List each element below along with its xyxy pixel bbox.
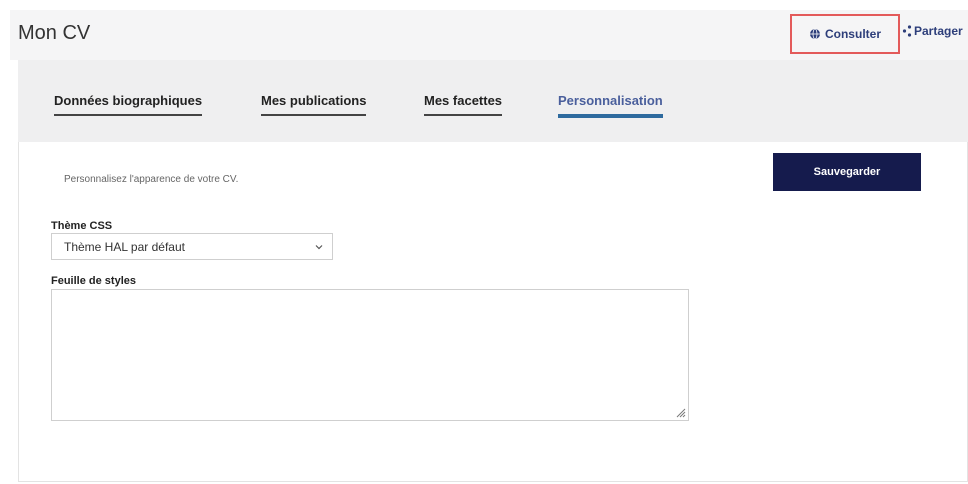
page-title: Mon CV <box>18 22 91 44</box>
share-button[interactable]: Partager <box>902 22 963 40</box>
page: Mon CV Consulter Partager Données biogra… <box>0 0 968 484</box>
tab-publications[interactable]: Mes publications <box>261 93 367 116</box>
share-label: Partager <box>914 24 963 38</box>
theme-select-value: Thème HAL par défaut <box>64 239 185 254</box>
consult-button[interactable]: Consulter <box>790 14 900 54</box>
tab-personalization[interactable]: Personnalisation <box>558 93 663 118</box>
header: Mon CV Consulter Partager <box>10 10 968 60</box>
globe-icon <box>809 28 820 40</box>
tab-biographical-data[interactable]: Données biographiques <box>54 93 203 116</box>
theme-label: Thème CSS <box>51 220 113 232</box>
personalization-panel: Personnalisez l'apparence de votre CV. S… <box>18 142 968 482</box>
save-button[interactable]: Sauvegarder <box>773 153 921 191</box>
stylesheet-textarea[interactable] <box>51 289 689 421</box>
stylesheet-label: Feuille de styles <box>51 275 136 287</box>
share-icon <box>902 25 912 37</box>
intro-text: Personnalisez l'apparence de votre CV. <box>64 174 239 185</box>
consult-label: Consulter <box>824 27 881 41</box>
tab-bar: Données biographiques Mes publications M… <box>18 60 968 142</box>
theme-select[interactable]: Thème HAL par défaut <box>51 233 333 260</box>
resize-grip-icon[interactable] <box>674 406 686 418</box>
chevron-down-icon <box>315 245 323 250</box>
tab-facets[interactable]: Mes facettes <box>424 93 503 116</box>
